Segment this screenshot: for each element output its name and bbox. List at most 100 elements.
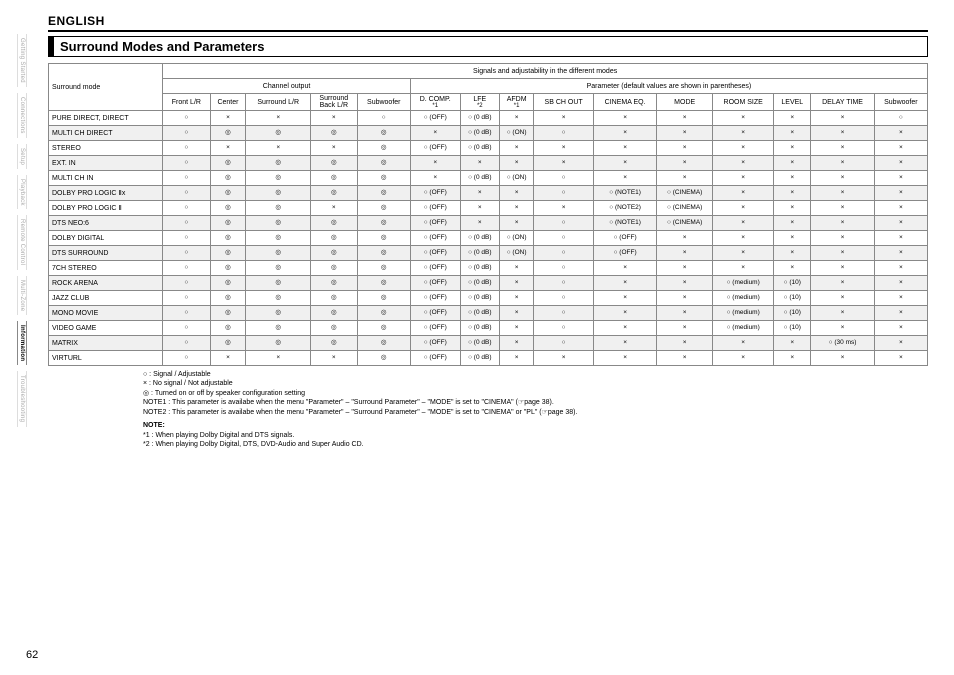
mode-name: DOLBY PRO LOGIC Ⅱ [49, 201, 163, 216]
cell: ◎ [246, 186, 310, 201]
cell: ○ (OFF) [410, 261, 460, 276]
cell: ○ (0 dB) [460, 126, 499, 141]
cell: × [811, 321, 874, 336]
cell: ○ [534, 276, 594, 291]
sidebar-tab[interactable]: Information [17, 321, 27, 365]
cell: × [499, 276, 533, 291]
footnote-line: *1 : When playing Dolby Digital and DTS … [143, 431, 928, 440]
channel-col-header: Surround L/R [246, 94, 310, 111]
cell: × [874, 291, 927, 306]
cell: × [774, 231, 811, 246]
sidebar-tab[interactable]: Troubleshooting [17, 371, 27, 426]
cell: ◎ [310, 171, 357, 186]
cell: ◎ [357, 201, 410, 216]
cell: ○ (OFF) [410, 216, 460, 231]
cell: ○ (OFF) [410, 231, 460, 246]
cell: × [874, 246, 927, 261]
cell: × [811, 111, 874, 126]
cell: × [499, 336, 533, 351]
cell: ◎ [210, 291, 246, 306]
cell: ○ (OFF) [593, 231, 656, 246]
cell: × [713, 171, 774, 186]
cell: ○ (OFF) [593, 246, 656, 261]
cell: × [811, 186, 874, 201]
cell: ◎ [357, 261, 410, 276]
cell: × [499, 351, 533, 366]
cell: ○ (CINEMA) [657, 216, 713, 231]
cell: ○ (NOTE1) [593, 216, 656, 231]
section-title: Surround Modes and Parameters [48, 36, 928, 57]
cell: ○ (10) [774, 321, 811, 336]
cell: × [310, 111, 357, 126]
cell: × [534, 351, 594, 366]
cell: × [499, 111, 533, 126]
sidebar-tab[interactable]: Playback [17, 175, 27, 210]
cell: ◎ [310, 291, 357, 306]
table-row: DOLBY PRO LOGIC Ⅱx○◎◎◎◎○ (OFF)××○○ (NOTE… [49, 186, 928, 201]
cell: ○ (OFF) [410, 276, 460, 291]
cell: ○ [534, 291, 594, 306]
cell: ◎ [310, 186, 357, 201]
cell: × [657, 156, 713, 171]
cell: ○ [163, 171, 210, 186]
cell: × [874, 186, 927, 201]
table-row: JAZZ CLUB○◎◎◎◎○ (OFF)○ (0 dB)×○××○ (medi… [49, 291, 928, 306]
cell: × [811, 351, 874, 366]
cell: × [657, 291, 713, 306]
cell: ◎ [357, 231, 410, 246]
cell: ○ [163, 336, 210, 351]
cell: × [310, 201, 357, 216]
cell: ◎ [246, 126, 310, 141]
cell: × [210, 111, 246, 126]
cell: × [657, 231, 713, 246]
cell: × [874, 351, 927, 366]
cell: ○ (OFF) [410, 246, 460, 261]
cell: ○ (0 dB) [460, 171, 499, 186]
cell: × [874, 156, 927, 171]
cell: ○ (OFF) [410, 111, 460, 126]
mode-name: DOLBY PRO LOGIC Ⅱx [49, 186, 163, 201]
cell: ◎ [357, 216, 410, 231]
cell: ○ (ON) [499, 246, 533, 261]
mode-name: DTS NEO:6 [49, 216, 163, 231]
cell: × [713, 231, 774, 246]
cell: × [499, 156, 533, 171]
cell: × [874, 231, 927, 246]
footnote-line: *2 : When playing Dolby Digital, DTS, DV… [143, 440, 928, 449]
cell: × [593, 321, 656, 336]
param-col-header: AFDM*1 [499, 94, 533, 111]
cell: × [874, 276, 927, 291]
cell: ◎ [357, 276, 410, 291]
cell: ○ (0 dB) [460, 111, 499, 126]
sidebar-tab[interactable]: Multi-Zone [17, 276, 27, 315]
cell: ◎ [210, 171, 246, 186]
cell: × [534, 156, 594, 171]
mode-name: MATRIX [49, 336, 163, 351]
sidebar-tab[interactable]: Remote Control [17, 215, 27, 269]
cell: × [713, 351, 774, 366]
sidebar-tab[interactable]: Setup [17, 144, 27, 169]
cell: ◎ [246, 231, 310, 246]
cell: × [593, 141, 656, 156]
cell: ◎ [246, 246, 310, 261]
cell: × [534, 111, 594, 126]
cell: ○ (0 dB) [460, 246, 499, 261]
channel-col-header: Front L/R [163, 94, 210, 111]
sidebar-tab[interactable]: Connections [17, 93, 27, 138]
table-row: ROCK ARENA○◎◎◎◎○ (OFF)○ (0 dB)×○××○ (med… [49, 276, 928, 291]
cell: × [774, 201, 811, 216]
cell: × [774, 156, 811, 171]
cell: × [713, 141, 774, 156]
sidebar-tab[interactable]: Getting Started [17, 34, 27, 87]
cell: ○ (0 dB) [460, 336, 499, 351]
cell: ○ (medium) [713, 276, 774, 291]
cell: × [499, 306, 533, 321]
span-parameter: Parameter (default values are shown in p… [410, 79, 927, 94]
cell: ◎ [310, 261, 357, 276]
cell: ○ [163, 276, 210, 291]
cell: × [657, 276, 713, 291]
cell: ○ (0 dB) [460, 261, 499, 276]
cell: ◎ [246, 216, 310, 231]
cell: ○ (0 dB) [460, 231, 499, 246]
mode-name: 7CH STEREO [49, 261, 163, 276]
